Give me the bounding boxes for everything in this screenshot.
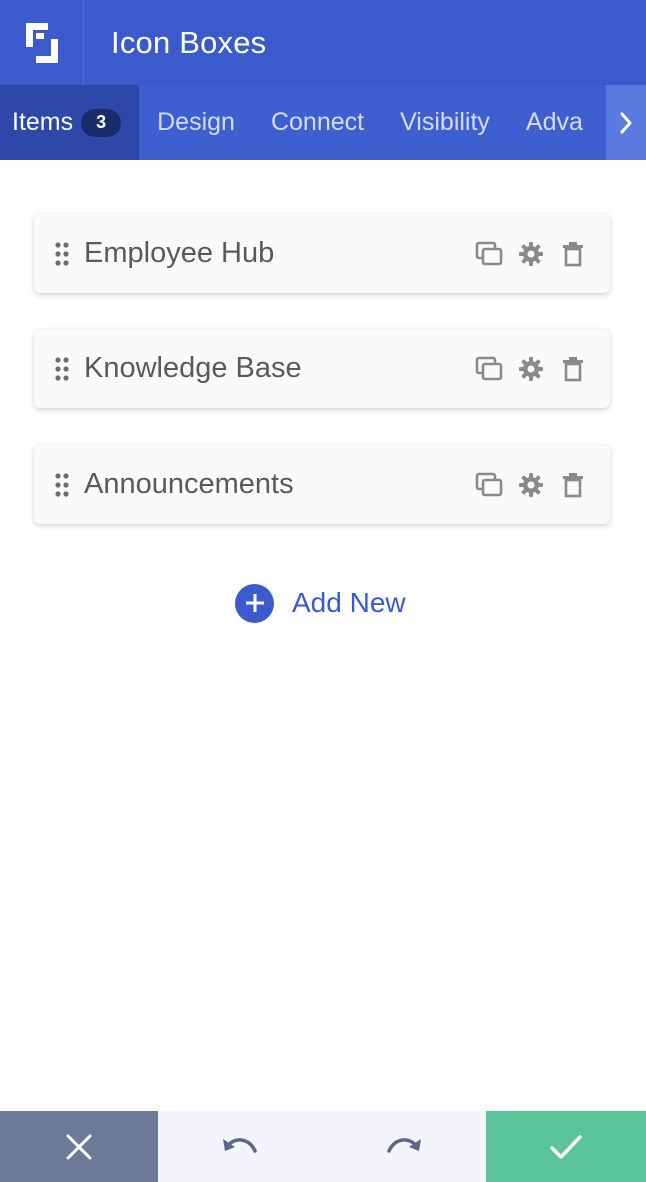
delete-button[interactable] bbox=[552, 233, 594, 275]
add-new-button[interactable]: Add New bbox=[235, 583, 406, 623]
trash-icon bbox=[563, 356, 583, 381]
delete-button[interactable] bbox=[552, 348, 594, 390]
redo-icon bbox=[387, 1137, 421, 1153]
item-label: Employee Hub bbox=[84, 237, 275, 269]
item-label: Knowledge Base bbox=[84, 352, 302, 384]
footer-actions bbox=[0, 1111, 646, 1182]
close-icon bbox=[66, 1134, 92, 1159]
redo-button[interactable] bbox=[322, 1111, 486, 1182]
page-title: Icon Boxes bbox=[111, 24, 267, 60]
delete-button[interactable] bbox=[552, 464, 594, 506]
cancel-button[interactable] bbox=[0, 1111, 158, 1182]
check-icon bbox=[550, 1134, 582, 1159]
undo-button[interactable] bbox=[158, 1111, 322, 1182]
settings-button[interactable] bbox=[510, 348, 552, 390]
tab-design[interactable]: Design bbox=[139, 85, 253, 160]
logo-icon bbox=[0, 0, 84, 85]
gear-icon bbox=[519, 472, 543, 497]
drag-handle-icon[interactable] bbox=[54, 356, 70, 382]
tab-advanced[interactable]: Adva bbox=[508, 85, 601, 160]
save-button[interactable] bbox=[486, 1111, 646, 1182]
list-item[interactable]: Announcements bbox=[34, 445, 610, 524]
items-count-badge: 3 bbox=[81, 108, 122, 137]
duplicate-button[interactable] bbox=[468, 348, 510, 390]
add-new-label: Add New bbox=[292, 587, 406, 618]
trash-icon bbox=[563, 472, 583, 497]
tab-visibility[interactable]: Visibility bbox=[382, 85, 508, 160]
tab-items[interactable]: Items 3 bbox=[0, 85, 140, 160]
list-item[interactable]: Knowledge Base bbox=[34, 329, 610, 408]
tab-label: Connect bbox=[270, 108, 365, 136]
duplicate-icon bbox=[475, 356, 503, 380]
drag-handle-icon[interactable] bbox=[54, 241, 70, 267]
list-item[interactable]: Employee Hub bbox=[34, 214, 610, 293]
item-label: Announcements bbox=[84, 468, 294, 500]
gear-icon bbox=[519, 241, 543, 266]
settings-button[interactable] bbox=[510, 233, 552, 275]
tabs-scroll-right-button[interactable] bbox=[606, 85, 646, 160]
undo-icon bbox=[223, 1137, 257, 1153]
chevron-right-icon bbox=[620, 112, 632, 133]
gear-icon bbox=[519, 356, 543, 381]
duplicate-button[interactable] bbox=[468, 464, 510, 506]
duplicate-button[interactable] bbox=[468, 233, 510, 275]
tab-label: Visibility bbox=[400, 108, 490, 136]
tab-label: Items bbox=[12, 108, 74, 136]
duplicate-icon bbox=[475, 472, 503, 496]
tab-connect[interactable]: Connect bbox=[253, 85, 382, 160]
duplicate-icon bbox=[475, 241, 503, 265]
drag-handle-icon[interactable] bbox=[54, 472, 70, 498]
settings-button[interactable] bbox=[510, 464, 552, 506]
trash-icon bbox=[563, 241, 583, 266]
tab-label: Design bbox=[157, 108, 235, 136]
plus-circle-icon bbox=[235, 583, 274, 623]
app-header: Icon Boxes bbox=[0, 0, 646, 85]
tab-bar: Items 3 Design Connect Visibility Adva bbox=[0, 85, 646, 160]
tab-label: Adva bbox=[525, 108, 583, 136]
